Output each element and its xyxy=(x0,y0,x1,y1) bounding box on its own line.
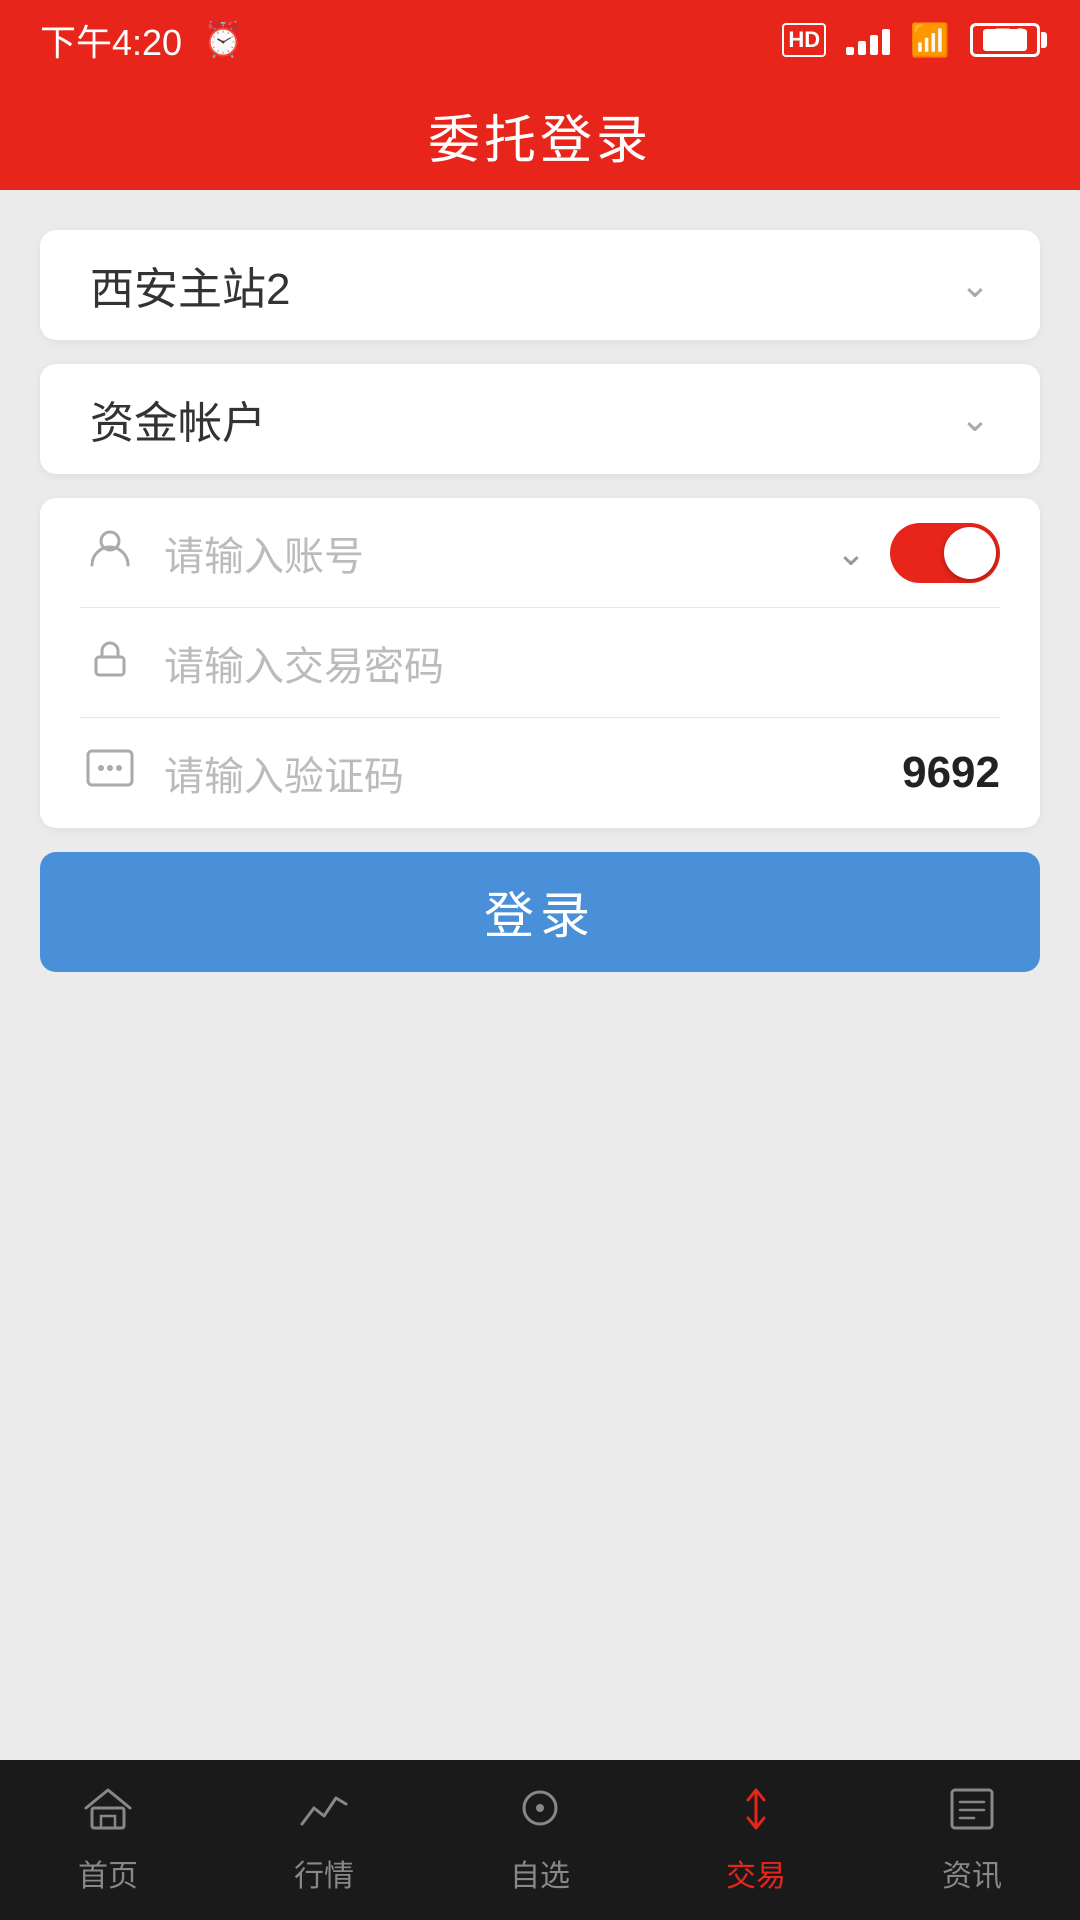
watchlist-icon xyxy=(514,1786,566,1841)
server-select[interactable]: 西安主站2 ⌄ xyxy=(40,230,1040,340)
alarm-icon: ⏰ xyxy=(202,20,244,60)
captcha-input-area: 请输入验证码 9692 xyxy=(164,744,1000,802)
nav-label-watchlist: 自选 xyxy=(510,1851,570,1895)
nav-item-home[interactable]: 首页 xyxy=(0,1760,216,1920)
user-icon xyxy=(80,525,140,580)
status-time: 下午4:20 xyxy=(40,14,182,66)
battery-text: 76 xyxy=(995,23,1028,57)
password-row: 请输入交易密码 xyxy=(80,608,1000,718)
toggle-knob xyxy=(944,527,996,579)
captcha-placeholder: 请输入验证码 xyxy=(164,744,404,802)
bottom-navigation: 首页 行情 自选 交易 xyxy=(0,1760,1080,1920)
password-placeholder: 请输入交易密码 xyxy=(164,634,444,692)
content-spacer xyxy=(40,996,1040,1740)
market-icon xyxy=(298,1786,350,1841)
nav-label-trade: 交易 xyxy=(726,1851,786,1895)
remember-toggle[interactable] xyxy=(890,523,1000,583)
status-right: HD 📶 76 xyxy=(782,21,1040,59)
status-bar: 下午4:20 ⏰ HD 📶 76 xyxy=(0,0,1080,80)
account-type-select[interactable]: 资金帐户 ⌄ xyxy=(40,364,1040,474)
captcha-row: 请输入验证码 9692 xyxy=(80,718,1000,828)
account-type-chevron-icon: ⌄ xyxy=(960,398,990,440)
nav-label-home: 首页 xyxy=(78,1851,138,1895)
server-chevron-icon: ⌄ xyxy=(960,264,990,306)
main-content: 西安主站2 ⌄ 资金帐户 ⌄ 请输入账号 ⌄ xyxy=(0,190,1080,1760)
account-input-area: 请输入账号 ⌄ xyxy=(164,524,866,582)
signal-bars-icon xyxy=(846,25,890,55)
hd-badge: HD xyxy=(782,23,826,58)
account-placeholder: 请输入账号 xyxy=(164,524,364,582)
login-form-card: 请输入账号 ⌄ 请输入交易密码 xyxy=(40,498,1040,828)
login-button[interactable]: 登录 xyxy=(40,852,1040,972)
page-header: 委托登录 xyxy=(0,80,1080,190)
captcha-value[interactable]: 9692 xyxy=(902,748,1000,798)
nav-label-market: 行情 xyxy=(294,1851,354,1895)
nav-item-market[interactable]: 行情 xyxy=(216,1760,432,1920)
server-select-value: 西安主站2 xyxy=(90,253,290,317)
nav-item-news[interactable]: 资讯 xyxy=(864,1760,1080,1920)
home-icon xyxy=(82,1786,134,1841)
status-left: 下午4:20 ⏰ xyxy=(40,14,244,66)
login-button-label: 登录 xyxy=(484,876,596,948)
password-input-area: 请输入交易密码 xyxy=(164,634,1000,692)
captcha-icon xyxy=(80,748,140,799)
trade-icon xyxy=(730,1786,782,1841)
lock-icon xyxy=(80,635,140,690)
news-icon xyxy=(946,1786,998,1841)
nav-item-trade[interactable]: 交易 xyxy=(648,1760,864,1920)
account-type-value: 资金帐户 xyxy=(90,387,266,451)
account-chevron-icon: ⌄ xyxy=(836,532,866,574)
nav-label-news: 资讯 xyxy=(942,1851,1002,1895)
page-title: 委托登录 xyxy=(428,98,652,173)
account-row: 请输入账号 ⌄ xyxy=(80,498,1000,608)
nav-item-watchlist[interactable]: 自选 xyxy=(432,1760,648,1920)
wifi-icon: 📶 xyxy=(910,21,950,59)
